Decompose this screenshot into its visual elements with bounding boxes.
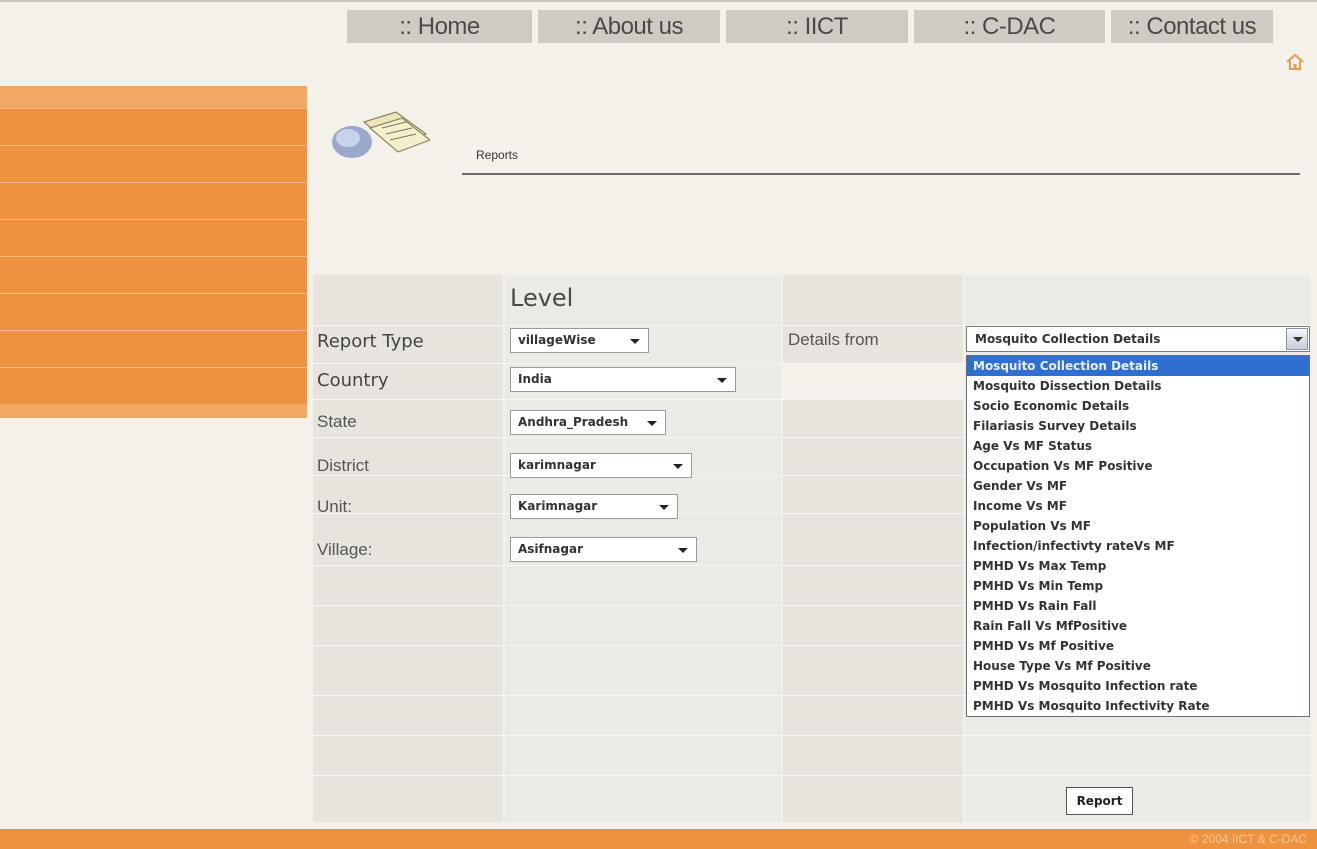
state-label: State	[317, 412, 357, 431]
copyright-text: © 2004 IICT & C-DAC	[1189, 832, 1307, 846]
details-from-dropdown: Mosquito Collection Details Mosquito Dis…	[966, 355, 1310, 717]
sidebar-item[interactable]	[0, 256, 307, 293]
village-label: Village:	[317, 540, 373, 559]
sidebar-item[interactable]	[0, 219, 307, 256]
chevron-down-icon	[630, 339, 640, 344]
unit-value: Karimnagar	[518, 499, 598, 513]
dropdown-option[interactable]: Income Vs MF	[967, 496, 1309, 516]
dropdown-option[interactable]: PMHD Vs Rain Fall	[967, 596, 1309, 616]
dropdown-option[interactable]: House Type Vs Mf Positive	[967, 656, 1309, 676]
chevron-down-icon[interactable]	[1286, 328, 1308, 350]
district-label: District	[317, 456, 369, 475]
state-value: Andhra_Pradesh	[518, 415, 629, 429]
nav-contact-us[interactable]: :: Contact us	[1111, 10, 1273, 43]
footer: © 2004 IICT & C-DAC	[0, 829, 1317, 849]
details-from-select[interactable]: Mosquito Collection Details	[966, 326, 1310, 352]
nav-cdac[interactable]: :: C-DAC	[914, 10, 1105, 43]
level-heading: Level	[510, 284, 574, 312]
sidebar-item[interactable]	[0, 367, 307, 404]
chevron-down-icon	[673, 464, 683, 469]
sidebar-item[interactable]	[0, 182, 307, 219]
village-select[interactable]: Asifnagar	[510, 537, 697, 562]
report-button[interactable]: Report	[1066, 787, 1133, 815]
chevron-down-icon	[717, 378, 727, 383]
nav-about-us[interactable]: :: About us	[538, 10, 720, 43]
sidebar-footer	[0, 404, 307, 418]
district-select[interactable]: karimnagar	[510, 453, 692, 478]
chevron-down-icon	[678, 548, 688, 553]
details-from-label: Details from	[788, 330, 879, 349]
dropdown-option[interactable]: PMHD Vs Min Temp	[967, 576, 1309, 596]
state-select[interactable]: Andhra_Pradesh	[510, 410, 666, 435]
dropdown-option[interactable]: PMHD Vs Mosquito Infection rate	[967, 676, 1309, 696]
country-select[interactable]: India	[510, 367, 736, 392]
dropdown-option[interactable]: Occupation Vs MF Positive	[967, 456, 1309, 476]
sidebar-header	[0, 86, 307, 108]
dropdown-option[interactable]: Age Vs MF Status	[967, 436, 1309, 456]
dropdown-option[interactable]: PMHD Vs Mosquito Infectivity Rate	[967, 696, 1309, 716]
district-value: karimnagar	[518, 458, 596, 472]
details-from-value: Mosquito Collection Details	[975, 332, 1161, 346]
chevron-down-icon	[659, 505, 669, 510]
sidebar-item[interactable]	[0, 108, 307, 145]
nav-home[interactable]: :: Home	[347, 10, 532, 43]
unit-label: Unit:	[317, 497, 352, 516]
dropdown-option[interactable]: Mosquito Dissection Details	[967, 376, 1309, 396]
dropdown-option[interactable]: Gender Vs MF	[967, 476, 1309, 496]
country-label: Country	[317, 370, 389, 391]
sidebar	[0, 86, 307, 418]
dropdown-option[interactable]: Mosquito Collection Details	[967, 356, 1309, 376]
chevron-down-icon	[647, 421, 657, 426]
unit-select[interactable]: Karimnagar	[510, 494, 678, 519]
dropdown-option[interactable]: Population Vs MF	[967, 516, 1309, 536]
village-value: Asifnagar	[518, 542, 584, 556]
nav-iict[interactable]: :: IICT	[726, 10, 908, 43]
report-type-select[interactable]: villageWise	[510, 328, 649, 353]
top-nav: :: Home :: About us :: IICT :: C-DAC :: …	[347, 10, 1273, 43]
title-divider	[462, 173, 1300, 175]
dropdown-option[interactable]: Filariasis Survey Details	[967, 416, 1309, 436]
home-icon[interactable]	[1284, 51, 1306, 73]
sidebar-item[interactable]	[0, 293, 307, 330]
report-type-label: Report Type	[317, 331, 424, 352]
sidebar-item[interactable]	[0, 145, 307, 182]
top-border	[0, 0, 1317, 2]
dropdown-option[interactable]: Rain Fall Vs MfPositive	[967, 616, 1309, 636]
dropdown-option[interactable]: Infection/infectivty rateVs MF	[967, 536, 1309, 556]
dropdown-option[interactable]: PMHD Vs Mf Positive	[967, 636, 1309, 656]
page-title: Reports	[476, 148, 519, 162]
dropdown-option[interactable]: PMHD Vs Max Temp	[967, 556, 1309, 576]
reports-icon	[332, 111, 430, 158]
sidebar-item[interactable]	[0, 330, 307, 367]
report-type-value: villageWise	[518, 333, 596, 347]
dropdown-option[interactable]: Socio Economic Details	[967, 396, 1309, 416]
country-value: India	[518, 372, 552, 386]
